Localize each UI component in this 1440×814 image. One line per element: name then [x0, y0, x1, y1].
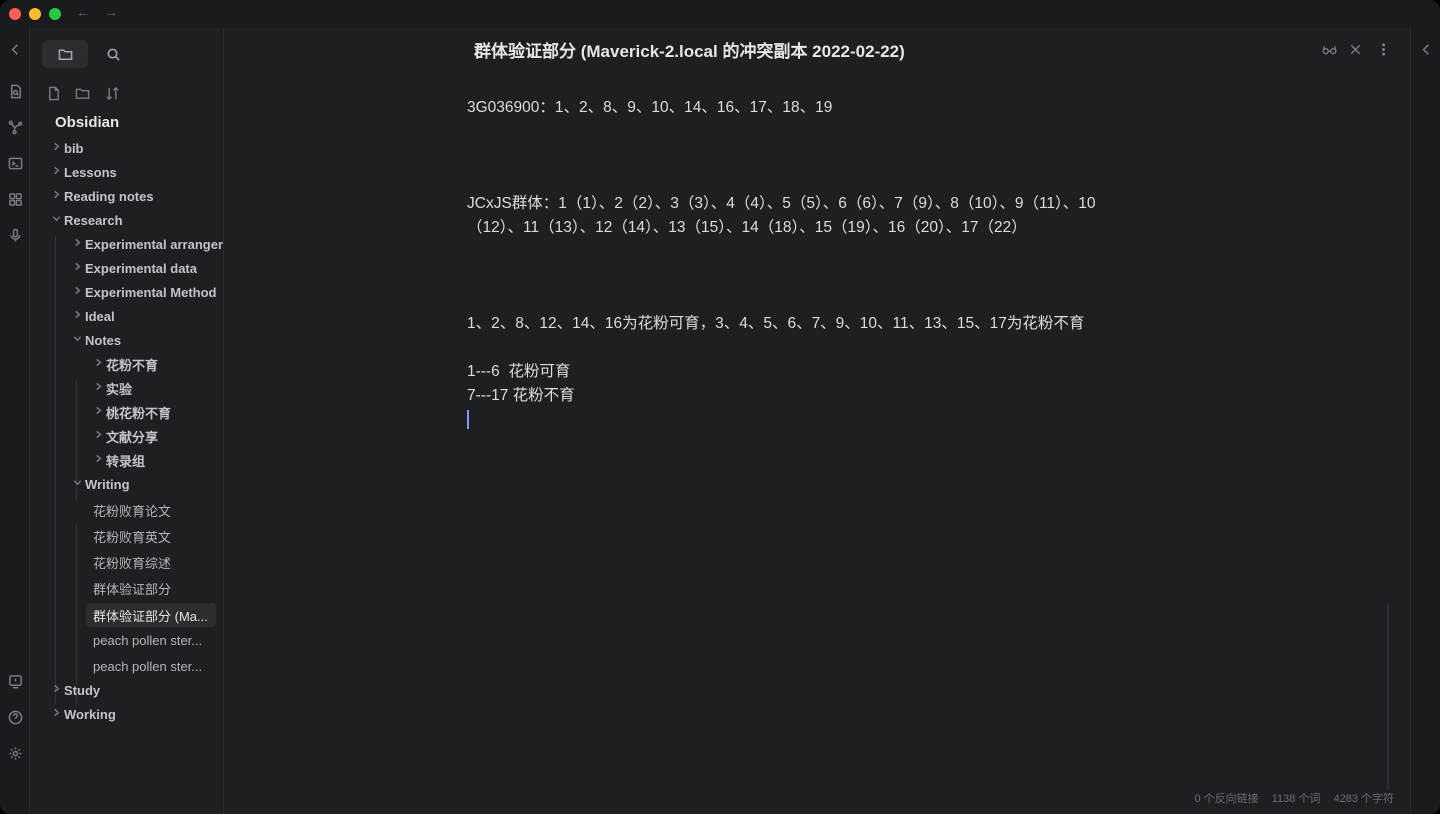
left-ribbon: [0, 28, 30, 814]
tree-file-pollen-abortion-review[interactable]: 花粉败育综述: [86, 551, 216, 573]
tree-file-pollen-abortion-english[interactable]: 花粉败育英文: [86, 525, 216, 547]
editor-pane: 群体验证部分 (Maverick-2.local 的冲突副本 2022-02-2…: [224, 28, 1410, 814]
tree-file-pollen-abortion-paper[interactable]: 花粉败育论文: [86, 499, 216, 521]
plugins-icon[interactable]: [6, 190, 24, 208]
tree-folder-research[interactable]: Research: [52, 209, 123, 231]
reading-view-button[interactable]: [1320, 40, 1338, 58]
more-options-button[interactable]: [1374, 40, 1392, 58]
word-count: 1138 个词: [1271, 793, 1321, 805]
search-icon: [107, 48, 120, 61]
tree-file-population-validation[interactable]: 群体验证部分: [86, 577, 216, 599]
chevron-right-icon: [52, 166, 64, 178]
maximize-window-button[interactable]: [49, 8, 61, 20]
chevron-right-icon: [73, 286, 85, 298]
chevron-down-icon: [73, 478, 85, 490]
more-vertical-icon: [1381, 42, 1385, 56]
chevron-right-icon: [73, 262, 85, 274]
tree-folder-peach-pollen-sterility[interactable]: 桃花粉不育: [94, 401, 171, 423]
character-count: 4283 个字符: [1333, 793, 1394, 805]
tree-folder-ideal[interactable]: Ideal: [73, 305, 115, 327]
microphone-icon[interactable]: [6, 226, 24, 244]
tab-search[interactable]: [90, 40, 136, 68]
close-icon: [1350, 44, 1360, 54]
back-button[interactable]: ←: [76, 4, 90, 20]
sort-button[interactable]: [103, 84, 121, 102]
minimize-window-button[interactable]: [29, 8, 41, 20]
tree-file-peach-pollen-ster-1[interactable]: peach pollen ster...: [86, 629, 216, 651]
new-folder-button[interactable]: [73, 84, 91, 102]
expand-right-sidebar-icon[interactable]: [1417, 40, 1435, 58]
tab-files[interactable]: [42, 40, 88, 68]
vault-icon[interactable]: [6, 672, 24, 690]
chevron-down-icon: [73, 334, 85, 346]
chevron-right-icon: [94, 382, 106, 394]
paragraph-sterile-range: 7---17 花粉不育: [467, 387, 575, 404]
chevron-right-icon: [52, 708, 64, 720]
sort-icon: [105, 86, 119, 100]
settings-icon[interactable]: [6, 744, 24, 762]
new-folder-icon: [75, 88, 89, 99]
tree-folder-experimental-arranger[interactable]: Experimental arranger: [73, 233, 224, 255]
chevron-right-icon: [94, 430, 106, 442]
tree-folder-reading-notes[interactable]: Reading notes: [52, 185, 154, 207]
right-ribbon: [1410, 28, 1440, 814]
collapse-left-icon[interactable]: [6, 40, 24, 58]
tree-folder-transcriptome[interactable]: 转录组: [94, 449, 145, 471]
tree-guide-research: [55, 237, 56, 705]
chevron-down-icon: [52, 214, 64, 226]
close-window-button[interactable]: [9, 8, 21, 20]
tree-folder-study[interactable]: Study: [52, 679, 100, 701]
obsidian-window: ← → Obsidian bib Lessons Reading notes R…: [0, 0, 1440, 814]
new-note-icon: [48, 86, 59, 100]
paragraph-gene-line: 3G036900：1、2、8、9、10、14、16、17、18、19: [467, 99, 833, 116]
chevron-right-icon: [94, 454, 106, 466]
file-explorer-sidebar: Obsidian bib Lessons Reading notes Resea…: [30, 28, 224, 814]
folder-icon: [58, 49, 72, 60]
terminal-icon[interactable]: [6, 154, 24, 172]
status-bar: 0 个反向链接 1138 个词 4283 个字符: [1184, 790, 1394, 806]
tree-folder-notes[interactable]: Notes: [73, 329, 121, 351]
new-note-button[interactable]: [44, 84, 62, 102]
glasses-icon: [1322, 45, 1336, 54]
chevron-right-icon: [52, 684, 64, 696]
chevron-right-icon: [94, 406, 106, 418]
tree-folder-experiment[interactable]: 实验: [94, 377, 132, 399]
text-cursor: [467, 410, 469, 429]
paragraph-population-mapping: JCxJS群体：1（1）、2（2）、3（3）、4（4）、5（5）、6（6）、7（…: [467, 195, 1096, 236]
chevron-right-icon: [73, 238, 85, 250]
backlinks-count[interactable]: 0 个反向链接: [1194, 793, 1258, 805]
tree-folder-bib[interactable]: bib: [52, 137, 84, 159]
graph-icon[interactable]: [6, 118, 24, 136]
chevron-right-icon: [94, 358, 106, 370]
chevron-right-icon: [52, 142, 64, 154]
tree-folder-working[interactable]: Working: [52, 703, 116, 725]
tree-guide-writing: [76, 525, 77, 705]
document-title[interactable]: 群体验证部分 (Maverick-2.local 的冲突副本 2022-02-2…: [474, 37, 905, 62]
tree-folder-lessons[interactable]: Lessons: [52, 161, 117, 183]
tree-folder-literature-sharing[interactable]: 文献分享: [94, 425, 158, 447]
file-search-icon[interactable]: [6, 82, 24, 100]
tree-folder-experimental-data[interactable]: Experimental data: [73, 257, 197, 279]
help-icon[interactable]: [6, 708, 24, 726]
sidebar-tabs: [42, 40, 138, 68]
tree-folder-pollen-sterility[interactable]: 花粉不育: [94, 353, 158, 375]
tree-file-peach-pollen-ster-2[interactable]: peach pollen ster...: [86, 655, 216, 677]
close-tab-button[interactable]: [1346, 40, 1364, 58]
scrollbar[interactable]: [1387, 604, 1389, 790]
vault-name[interactable]: Obsidian: [55, 114, 119, 131]
tree-folder-experimental-method[interactable]: Experimental Method: [73, 281, 216, 303]
forward-button[interactable]: →: [104, 4, 118, 20]
chevron-right-icon: [52, 190, 64, 202]
paragraph-fertility-summary: 1、2、8、12、14、16为花粉可育，3、4、5、6、7、9、10、11、13…: [467, 315, 1085, 332]
titlebar: ← →: [0, 0, 1440, 28]
chevron-right-icon: [73, 310, 85, 322]
tree-file-population-validation-conflict[interactable]: 群体验证部分 (Ma...: [86, 603, 216, 627]
paragraph-fertile-range: 1---6 花粉可育: [467, 363, 571, 380]
tree-folder-writing[interactable]: Writing: [73, 473, 130, 495]
